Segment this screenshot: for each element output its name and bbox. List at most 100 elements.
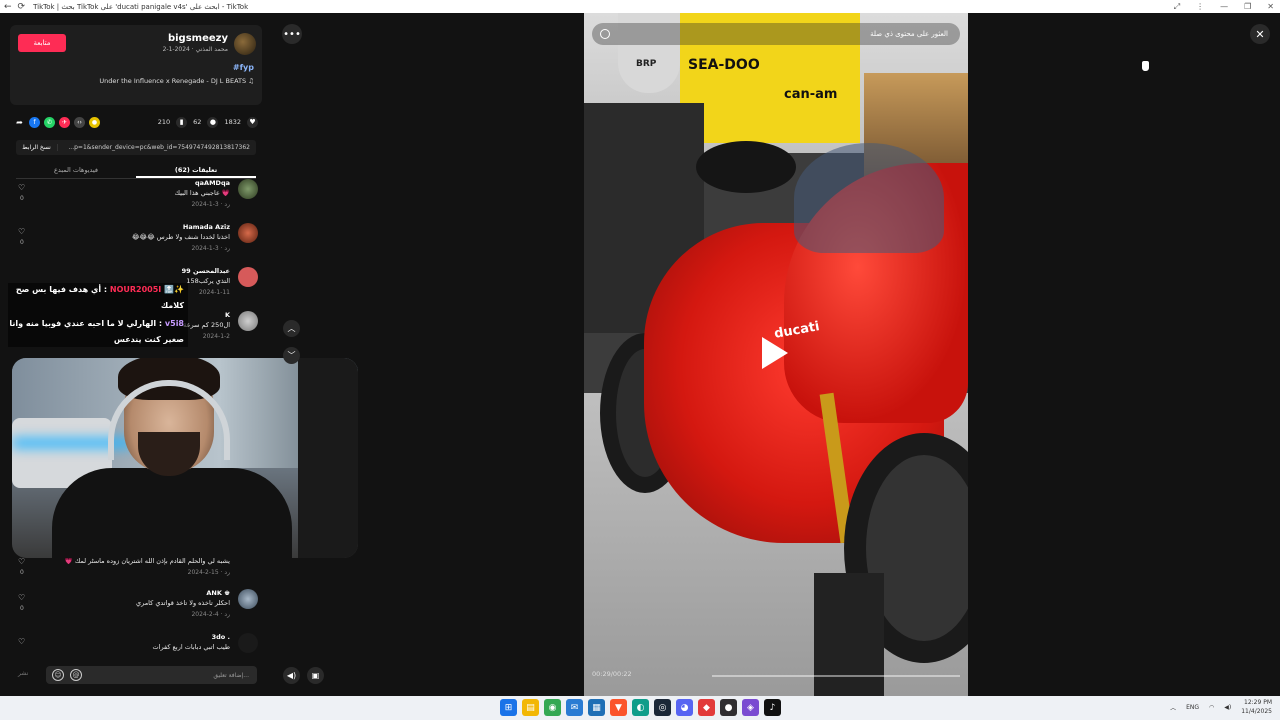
epic-icon[interactable]: ◆ [698, 699, 715, 716]
comment-like-count: 0 [20, 195, 24, 202]
back-icon[interactable]: ← [4, 2, 12, 12]
comment-date: 2024-2-4 · رد [191, 611, 230, 618]
close-window-icon[interactable]: ✕ [1267, 2, 1274, 11]
speaker-icon[interactable]: ◀) [1224, 704, 1231, 711]
avatar[interactable] [238, 267, 258, 287]
tab-creator-videos[interactable]: فيديوهات المبدع [16, 163, 136, 178]
comment-icon[interactable]: ● [207, 116, 219, 128]
play-icon[interactable] [762, 337, 788, 369]
taskbar: ⊞ ▤ ◉ ✉ ▦ ▼ ◐ ◎ ◕ ◆ ● ◈ ♪ ︿ ENG ◠ ◀) 12:29 PM 11/4/2… [0, 696, 1280, 720]
comment-input[interactable]: إضافة تعليق... [82, 672, 257, 679]
menu-icon[interactable]: ⋮ [1196, 2, 1204, 11]
comment-author[interactable]: Hamada Aziz [183, 223, 230, 231]
comment-like-icon[interactable]: ♡ [18, 557, 25, 566]
bookmark-icon[interactable]: ▮ [176, 116, 188, 128]
comment-author[interactable]: 3do . [212, 633, 230, 641]
progress-track[interactable] [712, 675, 960, 677]
whatsapp-icon[interactable]: ✆ [44, 116, 55, 128]
volume-icon[interactable]: ◀) [283, 667, 300, 684]
copy-link-button[interactable]: نسخ الرابط [16, 144, 58, 151]
emoji-icon[interactable]: ☺ [52, 669, 64, 681]
facebook-icon[interactable]: f [29, 116, 40, 128]
comments-tabs: فيديوهات المبدع تعليقات (62) [16, 163, 256, 179]
minimize-icon[interactable]: — [1220, 2, 1228, 11]
comment-author[interactable]: ANK ♚ [206, 589, 230, 597]
search-input[interactable]: العثور على محتوى ذي صلة [610, 30, 960, 38]
game-icon[interactable]: ◈ [742, 699, 759, 716]
webcam-doorway [298, 358, 358, 558]
related-search-bar[interactable]: العثور على محتوى ذي صلة [592, 23, 960, 45]
chat-username: NOUR2005I [109, 285, 162, 294]
next-video-button[interactable]: ﹀ [283, 347, 300, 364]
avatar[interactable] [238, 633, 258, 653]
system-clock[interactable]: 12:29 PM 11/4/2025 [1241, 698, 1272, 716]
chrome-icon[interactable]: ◉ [544, 699, 561, 716]
avatar[interactable] [238, 179, 258, 199]
close-icon[interactable]: ✕ [1250, 24, 1270, 44]
avatar[interactable] [238, 589, 258, 609]
fullscreen-icon[interactable]: ⤢ [1174, 2, 1180, 12]
streamer-webcam [12, 358, 358, 558]
video-progress[interactable]: 00:29/00:22 [592, 667, 960, 683]
avatar[interactable] [234, 33, 256, 55]
search-icon[interactable] [600, 29, 610, 39]
share-arrow-icon[interactable]: ➦ [14, 117, 25, 128]
wifi-icon[interactable]: ◠ [1209, 704, 1214, 711]
maximize-icon[interactable]: ❐ [1244, 2, 1251, 11]
comment-text: 😂😂😂 اخذنا لخددا شنف ولا طرس [131, 233, 230, 241]
windows-start-icon[interactable]: ⊞ [500, 699, 517, 716]
post-comment-button[interactable]: نشر [18, 670, 28, 677]
comment-item: ♡ 0 qaAMDqa عاجبني هذا البيك 💗 2024-1-3 … [14, 179, 258, 219]
comment-author[interactable]: عبدالمحسن 99 [182, 267, 230, 275]
video-url[interactable]: ...p=1&sender_device=pc&web_id=754974749… [58, 144, 256, 151]
avatar[interactable] [238, 223, 258, 243]
comment-like-icon[interactable]: ♡ [18, 183, 25, 192]
reload-icon[interactable]: ⟳ [18, 2, 26, 12]
video-player[interactable]: BRP SEA-DOO can-am ducati العثور على محت… [584, 13, 968, 696]
comment-author[interactable]: qaAMDqa [195, 179, 230, 187]
brave-icon[interactable]: ▼ [610, 699, 627, 716]
mail-icon[interactable]: ✉ [566, 699, 583, 716]
comment-text: 158التذي يركب [186, 277, 230, 285]
heart-icon[interactable]: ♥ [247, 116, 258, 128]
comment-like-count: 0 [20, 569, 24, 576]
obs-icon[interactable]: ● [720, 699, 737, 716]
tab-comments[interactable]: تعليقات (62) [136, 163, 256, 178]
comment-like-count: 0 [20, 239, 24, 246]
chat-username: v5i8 [164, 319, 184, 328]
comment-like-count: 0 [20, 605, 24, 612]
discord-icon[interactable]: ◕ [676, 699, 693, 716]
author-name[interactable]: bigsmeezy [168, 33, 228, 44]
follow-button[interactable]: متابعة [18, 34, 66, 52]
comments-count: 62 [193, 118, 202, 126]
hashtag-link[interactable]: #fyp [233, 63, 254, 72]
brp-sign-text: BRP [636, 59, 657, 69]
comment-like-icon[interactable]: ♡ [18, 593, 25, 602]
window-title: TikTok | بحث TikTok على 'ducati panigale… [33, 2, 249, 11]
file-explorer-icon[interactable]: ▤ [522, 699, 539, 716]
store-icon[interactable]: ▦ [588, 699, 605, 716]
more-options-button[interactable]: ••• [282, 24, 302, 44]
comment-author[interactable]: K [225, 311, 230, 319]
music-link[interactable]: Under the Influence x Renegade - DJ L BE… [99, 77, 254, 85]
comment-composer[interactable]: ☺ @ إضافة تعليق... [46, 666, 257, 684]
tray-chevron-icon[interactable]: ︿ [1170, 703, 1176, 712]
seadoo-sign-text: SEA-DOO [688, 57, 760, 73]
comment-like-icon[interactable]: ♡ [18, 637, 25, 646]
chat-badges: 🔝✨ [164, 285, 184, 294]
comment-text: ال250 كم سرعة [183, 321, 230, 329]
previous-video-button[interactable]: ︿ [283, 320, 300, 337]
comment-like-icon[interactable]: ♡ [18, 227, 25, 236]
taskbar-apps: ⊞ ▤ ◉ ✉ ▦ ▼ ◐ ◎ ◕ ◆ ● ◈ ♪ [500, 699, 781, 716]
tiktok-icon[interactable]: ♪ [764, 699, 781, 716]
coin-icon[interactable]: ● [89, 116, 100, 128]
picture-in-picture-icon[interactable]: ▣ [307, 667, 324, 684]
embed-icon[interactable]: ‹› [74, 116, 85, 128]
edge-icon[interactable]: ◐ [632, 699, 649, 716]
avatar[interactable] [238, 311, 258, 331]
mention-icon[interactable]: @ [70, 669, 82, 681]
tiktok-share-icon[interactable]: ✈ [59, 116, 70, 128]
language-indicator[interactable]: ENG [1186, 704, 1199, 711]
steam-icon[interactable]: ◎ [654, 699, 671, 716]
stream-chat-overlay: أي هدف فيها بس صح : NOUR2005I 🔝✨ كلامك ا… [8, 283, 188, 347]
